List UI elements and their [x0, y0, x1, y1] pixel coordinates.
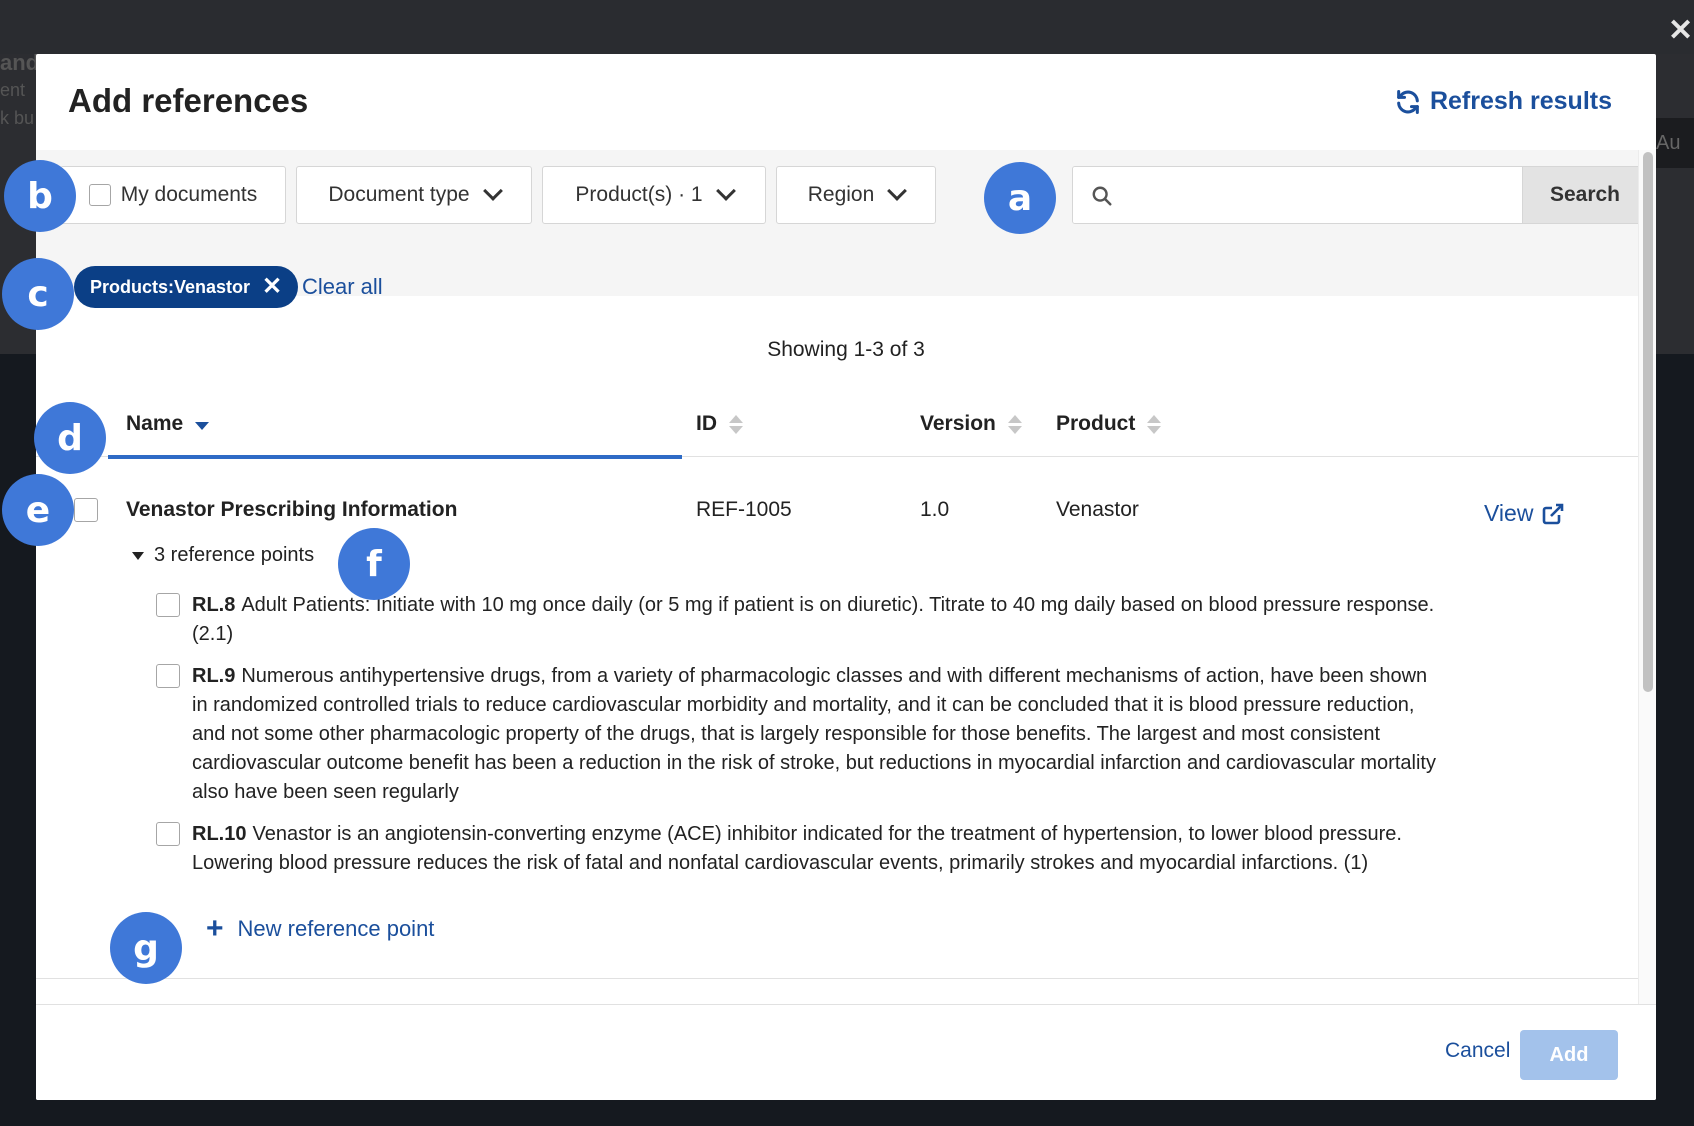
- column-id-label: ID: [696, 412, 717, 435]
- new-reference-point-button[interactable]: + New reference point: [206, 914, 434, 944]
- column-header-product[interactable]: Product: [1056, 412, 1162, 436]
- external-link-icon: [1543, 503, 1564, 524]
- clear-all-link[interactable]: Clear all: [302, 274, 383, 300]
- sort-desc-icon: [195, 421, 210, 430]
- background-partial-text: k bu: [0, 108, 35, 128]
- annotation-badge-b: b: [4, 160, 76, 232]
- annotation-badge-d: d: [34, 402, 106, 474]
- table-header: Name ID Version Product: [36, 394, 1638, 457]
- column-header-version[interactable]: Version: [920, 412, 1022, 436]
- chevron-down-icon: [482, 181, 503, 201]
- reference-point-checkbox[interactable]: [156, 593, 180, 617]
- divider: [36, 978, 1638, 979]
- background-topbar: [0, 0, 1694, 54]
- annotation-badge-f: f: [338, 528, 410, 600]
- search-icon: [1092, 186, 1112, 206]
- row-name: Venastor Prescribing Information: [126, 498, 458, 521]
- annotation-badge-g: g: [110, 912, 182, 984]
- products-dropdown[interactable]: Product(s) · 1: [542, 166, 766, 224]
- search-button[interactable]: Search: [1522, 167, 1647, 223]
- reference-point-text: Numerous antihypertensive drugs, from a …: [192, 665, 1436, 803]
- my-documents-label: My documents: [120, 183, 258, 206]
- reference-points-count: 3 reference points: [154, 544, 315, 566]
- products-label: Product(s) · 1: [575, 183, 703, 206]
- add-references-modal: Add references Refresh results My docume…: [36, 54, 1656, 1100]
- column-product-label: Product: [1056, 412, 1136, 435]
- reference-point-checkbox[interactable]: [156, 822, 180, 846]
- modal-footer: [36, 1004, 1656, 1100]
- view-label: View: [1484, 500, 1534, 526]
- new-reference-point-label: New reference point: [237, 916, 435, 941]
- active-filter-chip: Products:Venastor ✕: [74, 266, 299, 308]
- reference-point-item: RL.9 Numerous antihypertensive drugs, fro…: [156, 662, 1436, 807]
- search-input[interactable]: [1073, 167, 1522, 223]
- cancel-button[interactable]: Cancel: [1445, 1039, 1510, 1063]
- scrollbar[interactable]: [1638, 150, 1656, 1004]
- reference-point-item: RL.8 Adult Patients: Initiate with 10 mg …: [156, 591, 1436, 649]
- plus-icon: +: [206, 912, 224, 945]
- row-product: Venastor: [1056, 498, 1139, 521]
- region-label: Region: [807, 183, 875, 206]
- reference-point-label: RL.10: [192, 823, 247, 845]
- column-header-id[interactable]: ID: [696, 412, 743, 436]
- document-type-dropdown[interactable]: Document type: [296, 166, 532, 224]
- modal-title: Add references: [68, 82, 309, 119]
- my-documents-checkbox[interactable]: [88, 184, 111, 206]
- sort-icon: [729, 414, 743, 434]
- document-type-label: Document type: [328, 183, 470, 206]
- annotation-badge-e: e: [2, 474, 74, 546]
- active-sort-underline: [108, 455, 682, 459]
- my-documents-filter[interactable]: My documents: [60, 166, 286, 224]
- remove-filter-icon[interactable]: ✕: [262, 275, 282, 299]
- scrollbar-thumb[interactable]: [1643, 152, 1653, 692]
- row-checkbox[interactable]: [74, 498, 98, 522]
- reference-point-item: RL.10 Venastor is an angiotensin-converti…: [156, 820, 1436, 878]
- reference-point-label: RL.9: [192, 665, 236, 687]
- background-partial-text: and: [0, 50, 40, 75]
- background-partial-text: Au: [1650, 118, 1694, 168]
- modal-header: Add references Refresh results: [36, 54, 1656, 151]
- row-id: REF-1005: [696, 498, 792, 521]
- add-button[interactable]: Add: [1520, 1030, 1618, 1080]
- reference-point-checkbox[interactable]: [156, 664, 180, 688]
- column-version-label: Version: [920, 412, 996, 435]
- background-partial-text: ent: [0, 80, 26, 100]
- reference-point-text: Adult Patients: Initiate with 10 mg once…: [192, 594, 1435, 645]
- reference-point-text: Venastor is an angiotensin-converting en…: [192, 823, 1402, 874]
- search-box: Search: [1072, 166, 1648, 224]
- refresh-results-button[interactable]: Refresh results: [1394, 87, 1612, 116]
- annotation-badge-a: a: [984, 162, 1056, 234]
- active-filter-label: Products:Venastor: [90, 276, 251, 297]
- sort-icon: [1007, 414, 1022, 434]
- results-count: Showing 1-3 of 3: [767, 338, 925, 361]
- column-header-name[interactable]: Name: [126, 412, 210, 436]
- caret-down-icon: [132, 551, 144, 560]
- annotation-badge-c: c: [2, 258, 74, 330]
- view-link[interactable]: View: [1484, 500, 1565, 527]
- reference-points-toggle[interactable]: 3 reference points: [132, 544, 314, 567]
- chevron-down-icon: [715, 181, 736, 201]
- chevron-down-icon: [887, 181, 908, 201]
- reference-point-label: RL.8: [192, 594, 236, 616]
- row-version: 1.0: [920, 498, 950, 521]
- column-name-label: Name: [126, 412, 184, 435]
- sort-icon: [1147, 414, 1162, 434]
- region-dropdown[interactable]: Region: [776, 166, 936, 224]
- refresh-icon: [1397, 89, 1419, 114]
- refresh-results-label: Refresh results: [1429, 87, 1612, 115]
- close-icon[interactable]: ✕: [1668, 16, 1693, 46]
